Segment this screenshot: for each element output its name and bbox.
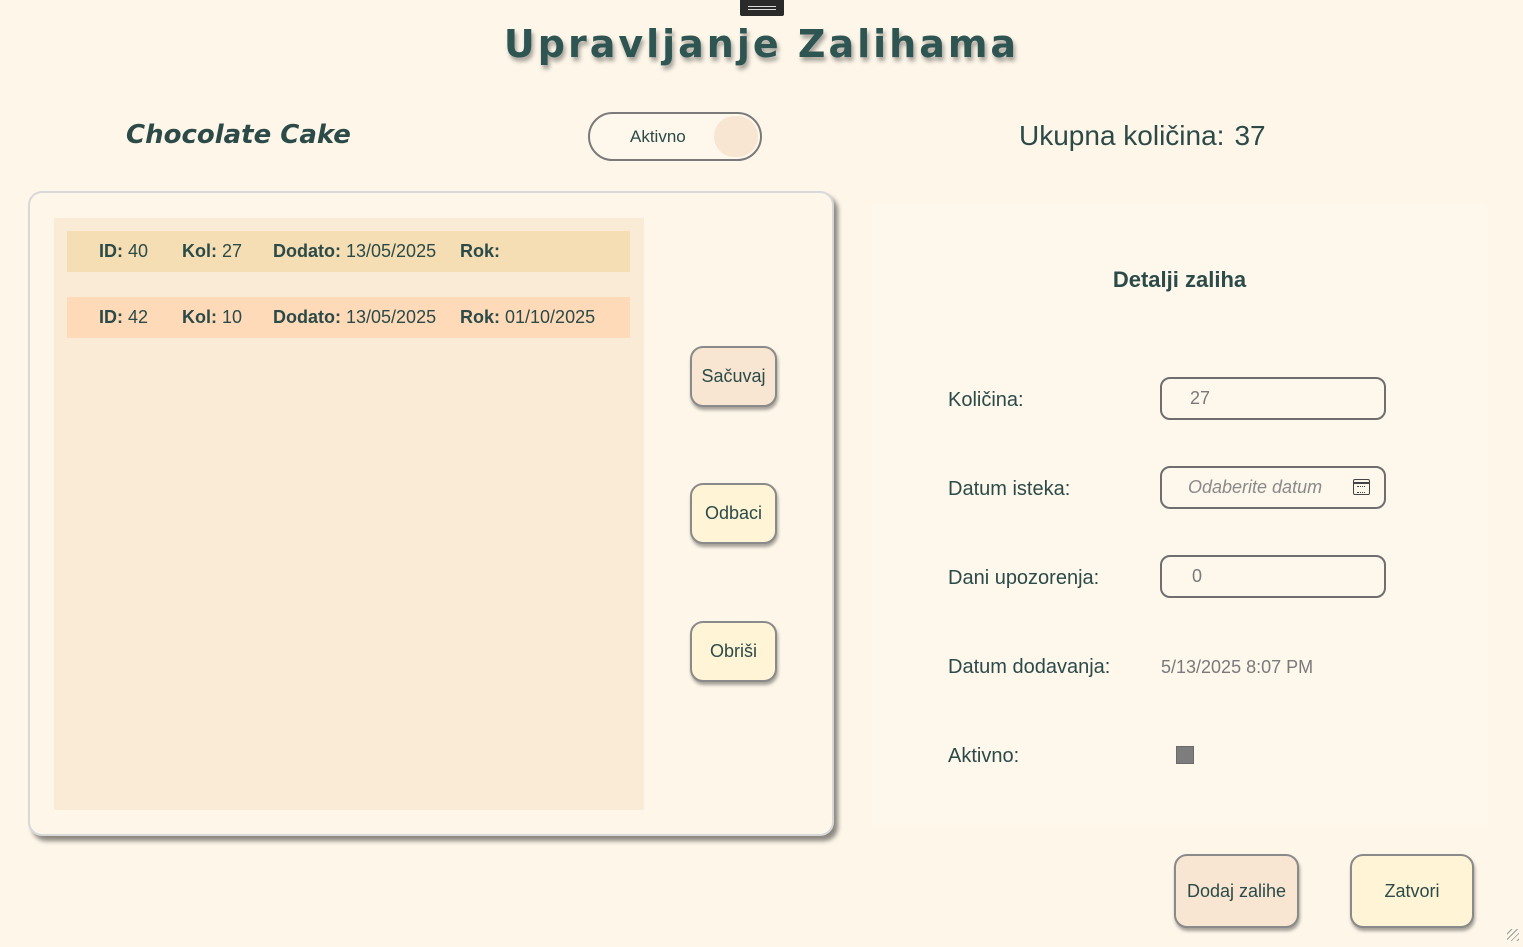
window-drag-handle[interactable] <box>740 0 784 16</box>
batch-id: ID: 42 <box>99 307 149 327</box>
batch-expiry: Rok: <box>460 241 500 261</box>
warning-days-label: Dani upozorenja: <box>948 567 1100 589</box>
date-added-value: 5/13/2025 8:07 PM <box>1161 657 1314 677</box>
resize-grip-icon[interactable] <box>1507 929 1519 941</box>
total-quantity-value: 37 <box>1234 120 1266 151</box>
details-title: Detalji zaliha <box>1112 267 1247 292</box>
batch-quantity: Kol: 10 <box>182 307 243 327</box>
product-name: Chocolate Cake <box>126 120 351 150</box>
active-checkbox[interactable] <box>1176 746 1194 764</box>
delete-button[interactable]: Obriši <box>690 621 777 682</box>
active-label: Aktivno: <box>948 745 1020 767</box>
total-quantity: Ukupna količina: 37 <box>1019 120 1266 152</box>
batch-expiry: Rok: 01/10/2025 <box>460 307 596 327</box>
inventory-window: Upravljanje Zalihama Chocolate Cake Akti… <box>0 0 1523 947</box>
expiry-placeholder: Odaberite datum <box>1188 477 1323 497</box>
active-toggle[interactable]: Aktivno <box>588 112 762 161</box>
batches-panel: ID: 40 Kol: 27 Dodato: 13/05/2025 Rok: I… <box>28 191 834 836</box>
toggle-knob[interactable] <box>714 116 758 157</box>
page-title: Upravljanje Zalihama <box>503 22 1020 66</box>
quantity-field[interactable]: 27 <box>1160 377 1386 420</box>
batch-list[interactable]: ID: 40 Kol: 27 Dodato: 13/05/2025 Rok: I… <box>54 218 644 810</box>
expiry-date-picker[interactable]: Odaberite datum <box>1160 466 1386 509</box>
total-quantity-label: Ukupna količina: <box>1019 120 1225 151</box>
close-button[interactable]: Zatvori <box>1350 854 1474 928</box>
calendar-icon[interactable] <box>1353 479 1370 495</box>
save-button[interactable]: Sačuvaj <box>690 346 777 407</box>
add-stock-button[interactable]: Dodaj zalihe <box>1174 854 1299 928</box>
toggle-label: Aktivno <box>630 127 686 146</box>
quantity-label: Količina: <box>948 389 1024 411</box>
batch-row[interactable]: ID: 42 Kol: 10 Dodato: 13/05/2025 Rok: 0… <box>67 297 630 338</box>
discard-button[interactable]: Odbaci <box>690 483 777 544</box>
details-panel: Detalji zaliha Količina: 27 Datum isteka… <box>872 203 1487 825</box>
warning-days-field[interactable]: 0 <box>1160 555 1386 598</box>
batch-date-added: Dodato: 13/05/2025 <box>273 241 437 261</box>
batch-quantity: Kol: 27 <box>182 241 243 261</box>
batch-id: ID: 40 <box>99 241 149 261</box>
batch-row[interactable]: ID: 40 Kol: 27 Dodato: 13/05/2025 Rok: <box>67 231 630 272</box>
date-added-label: Datum dodavanja: <box>948 656 1111 678</box>
expiry-label: Datum isteka: <box>948 478 1071 500</box>
batch-date-added: Dodato: 13/05/2025 <box>273 307 437 327</box>
